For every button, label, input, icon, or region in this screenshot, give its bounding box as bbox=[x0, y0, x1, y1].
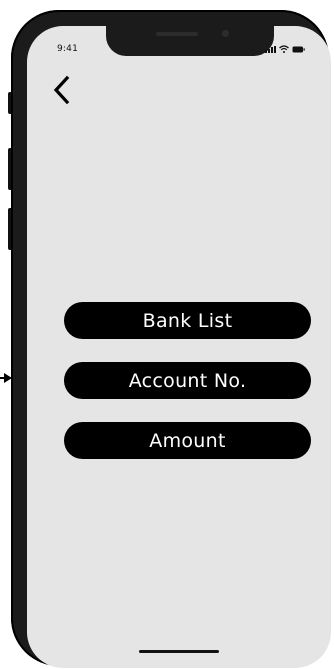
amount-field[interactable]: Amount bbox=[64, 422, 311, 459]
status-time: 9:41 bbox=[57, 44, 79, 54]
phone-frame: 9:41 Bank List Account No. Amount bbox=[11, 10, 331, 668]
signal-icon bbox=[265, 46, 276, 53]
status-icons bbox=[265, 45, 305, 53]
bank-list-label: Bank List bbox=[142, 309, 233, 332]
account-no-field[interactable]: Account No. bbox=[64, 362, 311, 399]
phone-screen: 9:41 Bank List Account No. Amount bbox=[27, 26, 331, 668]
wifi-icon bbox=[279, 45, 289, 53]
battery-icon bbox=[292, 46, 305, 53]
chevron-left-icon bbox=[53, 75, 70, 105]
canvas: 9:41 Bank List Account No. Amount bbox=[0, 0, 334, 669]
notch bbox=[106, 26, 274, 56]
amount-label: Amount bbox=[149, 429, 226, 452]
bank-list-button[interactable]: Bank List bbox=[64, 302, 311, 339]
front-camera bbox=[222, 30, 229, 37]
speaker-grille bbox=[156, 32, 198, 36]
home-indicator[interactable] bbox=[139, 650, 219, 653]
account-no-label: Account No. bbox=[128, 369, 247, 392]
back-button[interactable] bbox=[49, 73, 79, 107]
